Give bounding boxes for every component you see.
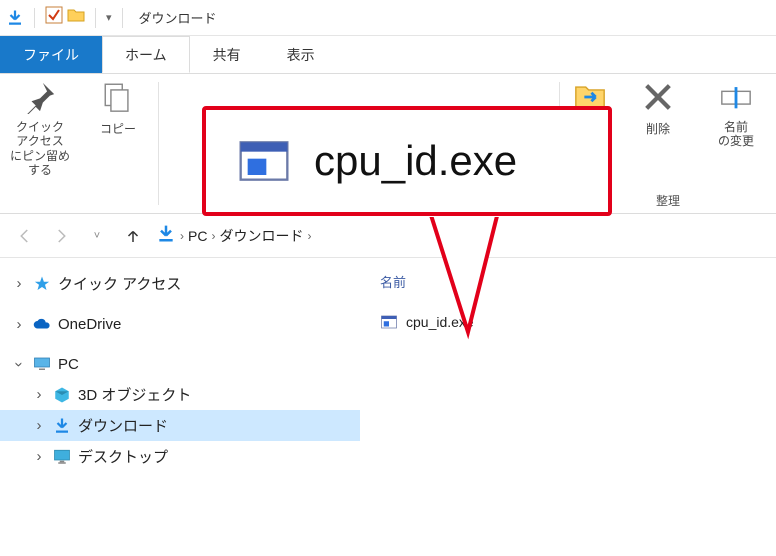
chevron-down-icon[interactable]: › bbox=[11, 357, 28, 371]
tree-label: OneDrive bbox=[58, 316, 121, 333]
tree-3d-objects[interactable]: › 3D オブジェクト bbox=[0, 379, 360, 410]
window-title: ダウンロード bbox=[139, 8, 217, 27]
app-icon bbox=[6, 9, 24, 27]
title-bar: ▾ ダウンロード bbox=[0, 0, 776, 36]
cube-icon bbox=[52, 385, 72, 405]
rename-label: 名前 の変更 bbox=[718, 120, 754, 149]
copy-button[interactable]: コピー bbox=[88, 80, 148, 178]
forward-button[interactable] bbox=[48, 223, 74, 249]
chevron-right-icon[interactable]: › bbox=[12, 275, 26, 292]
download-arrow-icon bbox=[156, 224, 176, 247]
up-button[interactable] bbox=[120, 223, 146, 249]
tree-label: クイック アクセス bbox=[58, 273, 181, 294]
separator bbox=[34, 8, 35, 28]
chevron-icon: › bbox=[211, 229, 215, 243]
tree-quick-access[interactable]: › クイック アクセス bbox=[0, 268, 360, 299]
pin-label: クイック アクセス にピン留めする bbox=[10, 120, 70, 178]
desktop-icon bbox=[52, 447, 72, 467]
cloud-icon bbox=[32, 314, 52, 334]
chevron-right-icon[interactable]: › bbox=[32, 386, 46, 403]
chevron-right-icon[interactable]: › bbox=[32, 448, 46, 465]
chevron-icon: › bbox=[180, 229, 184, 243]
separator bbox=[122, 8, 123, 28]
delete-label: 削除 bbox=[646, 120, 670, 137]
exe-icon bbox=[380, 313, 398, 331]
tree-pc[interactable]: › PC bbox=[0, 349, 360, 379]
tree-onedrive[interactable]: › OneDrive bbox=[0, 309, 360, 339]
back-button[interactable] bbox=[12, 223, 38, 249]
separator bbox=[95, 8, 96, 28]
tree-label: ダウンロード bbox=[78, 415, 168, 436]
qat-overflow-icon[interactable]: ▾ bbox=[106, 11, 112, 24]
copy-label: コピー bbox=[100, 120, 136, 137]
pin-button[interactable]: クイック アクセス にピン留めする bbox=[10, 80, 70, 178]
recent-dropdown[interactable]: ˅ bbox=[84, 223, 110, 249]
callout-bubble: cpu_id.exe bbox=[202, 106, 612, 216]
chevron-right-icon[interactable]: › bbox=[32, 417, 46, 434]
qat-checkbox-icon[interactable] bbox=[45, 6, 63, 29]
callout-text: cpu_id.exe bbox=[314, 137, 517, 185]
crumb-downloads[interactable]: ダウンロード bbox=[219, 226, 303, 246]
tab-share[interactable]: 共有 bbox=[190, 36, 264, 73]
chevron-icon: › bbox=[307, 229, 311, 243]
chevron-right-icon[interactable]: › bbox=[12, 316, 26, 333]
tree-desktop[interactable]: › デスクトップ bbox=[0, 441, 360, 472]
tree-label: PC bbox=[58, 356, 79, 373]
tree-label: デスクトップ bbox=[78, 446, 168, 467]
callout-pointer bbox=[420, 212, 510, 342]
tree-label: 3D オブジェクト bbox=[78, 384, 191, 405]
star-icon bbox=[32, 274, 52, 294]
group-label bbox=[10, 195, 148, 209]
tree-downloads[interactable]: › ダウンロード bbox=[0, 410, 360, 441]
tab-home[interactable]: ホーム bbox=[102, 36, 190, 73]
ribbon-tabs: ファイル ホーム 共有 表示 bbox=[0, 36, 776, 74]
nav-row: ˅ › PC › ダウンロード › bbox=[0, 214, 776, 258]
exe-icon bbox=[236, 133, 292, 189]
crumb-pc[interactable]: PC bbox=[188, 228, 207, 244]
main-area: › クイック アクセス › OneDrive › PC › bbox=[0, 258, 776, 556]
tab-view[interactable]: 表示 bbox=[264, 36, 338, 73]
tab-file[interactable]: ファイル bbox=[0, 36, 102, 73]
nav-tree: › クイック アクセス › OneDrive › PC › bbox=[0, 258, 360, 556]
delete-button[interactable]: 削除 bbox=[628, 80, 688, 149]
qat-folder-icon[interactable] bbox=[67, 6, 85, 29]
download-arrow-icon bbox=[52, 416, 72, 436]
rename-button[interactable]: 名前 の変更 bbox=[706, 80, 766, 149]
pc-icon bbox=[32, 354, 52, 374]
